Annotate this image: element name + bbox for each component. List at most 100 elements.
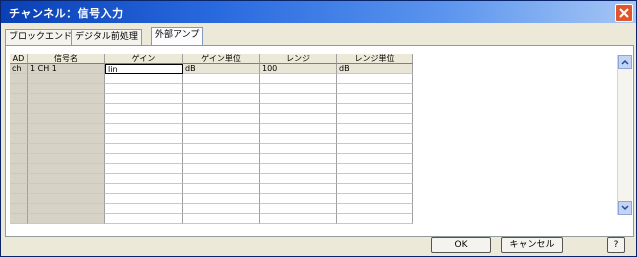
grid-cell[interactable] xyxy=(28,154,105,164)
grid-cell[interactable] xyxy=(28,194,105,204)
grid-cell[interactable] xyxy=(105,184,183,194)
grid-cell[interactable] xyxy=(260,184,337,194)
grid-cell[interactable] xyxy=(10,194,28,204)
grid-cell[interactable] xyxy=(10,204,28,214)
grid-cell[interactable] xyxy=(260,204,337,214)
grid-cell[interactable] xyxy=(183,204,260,214)
grid-cell[interactable] xyxy=(28,184,105,194)
grid-cell[interactable] xyxy=(260,84,337,94)
ok-button[interactable]: OK xyxy=(431,237,491,253)
grid-cell[interactable] xyxy=(183,94,260,104)
cancel-button[interactable]: キャンセル xyxy=(501,237,563,253)
grid-cell[interactable] xyxy=(183,164,260,174)
grid-cell[interactable] xyxy=(337,164,413,174)
signal-name-cell[interactable]: 1 CH 1 xyxy=(28,64,105,74)
grid-cell[interactable] xyxy=(28,84,105,94)
gain-cell[interactable]: lin xyxy=(105,64,183,74)
grid-cell[interactable] xyxy=(28,144,105,154)
grid-cell[interactable] xyxy=(28,94,105,104)
grid-cell[interactable] xyxy=(337,144,413,154)
grid-cell[interactable] xyxy=(28,114,105,124)
grid-cell[interactable] xyxy=(28,124,105,134)
grid-cell[interactable] xyxy=(260,194,337,204)
grid-cell[interactable] xyxy=(260,104,337,114)
grid-cell[interactable] xyxy=(183,104,260,114)
grid-cell[interactable] xyxy=(10,184,28,194)
grid-cell[interactable] xyxy=(105,94,183,104)
grid-cell[interactable] xyxy=(28,214,105,224)
grid-cell[interactable] xyxy=(260,74,337,84)
column-header-gain[interactable]: ゲイン xyxy=(105,54,183,64)
tab-digital-preprocessing[interactable]: デジタル前処理 xyxy=(71,29,142,45)
grid-cell[interactable] xyxy=(260,134,337,144)
grid-cell[interactable] xyxy=(105,164,183,174)
column-header-range[interactable]: レンジ xyxy=(260,54,337,64)
grid-cell[interactable] xyxy=(10,154,28,164)
grid-cell[interactable] xyxy=(105,104,183,114)
column-header-gain-unit[interactable]: ゲイン単位 xyxy=(183,54,260,64)
grid-cell[interactable] xyxy=(10,114,28,124)
row-ad-cell[interactable]: ch xyxy=(10,64,28,74)
grid-cell[interactable] xyxy=(183,114,260,124)
vertical-scrollbar[interactable] xyxy=(617,55,632,215)
grid-cell[interactable] xyxy=(105,194,183,204)
grid-cell[interactable] xyxy=(183,214,260,224)
grid-cell[interactable] xyxy=(260,164,337,174)
tab-external-amp[interactable]: 外部アンプ xyxy=(151,27,204,45)
grid-cell[interactable] xyxy=(337,134,413,144)
close-button[interactable] xyxy=(615,4,633,22)
grid-cell[interactable] xyxy=(105,204,183,214)
grid-cell[interactable] xyxy=(10,174,28,184)
grid-cell[interactable] xyxy=(260,144,337,154)
grid-cell[interactable] xyxy=(10,74,28,84)
grid-cell[interactable] xyxy=(337,174,413,184)
grid-cell[interactable] xyxy=(10,124,28,134)
grid-cell[interactable] xyxy=(183,174,260,184)
grid-cell[interactable] xyxy=(105,174,183,184)
range-unit-cell[interactable]: dB xyxy=(337,64,413,74)
grid-cell[interactable] xyxy=(28,134,105,144)
grid-cell[interactable] xyxy=(28,74,105,84)
grid-cell[interactable] xyxy=(260,174,337,184)
grid-cell[interactable] xyxy=(105,144,183,154)
grid-cell[interactable] xyxy=(105,134,183,144)
grid-cell[interactable] xyxy=(10,164,28,174)
grid-cell[interactable] xyxy=(183,154,260,164)
grid-cell[interactable] xyxy=(183,84,260,94)
grid-cell[interactable] xyxy=(10,214,28,224)
grid-cell[interactable] xyxy=(337,184,413,194)
grid-cell[interactable] xyxy=(337,194,413,204)
grid-cell[interactable] xyxy=(10,134,28,144)
grid-cell[interactable] xyxy=(183,144,260,154)
grid-cell[interactable] xyxy=(183,134,260,144)
grid-cell[interactable] xyxy=(337,154,413,164)
scroll-up-button[interactable] xyxy=(618,55,632,69)
grid-cell[interactable] xyxy=(10,144,28,154)
column-header-ad[interactable]: AD xyxy=(10,54,28,64)
grid-cell[interactable] xyxy=(105,214,183,224)
grid-cell[interactable] xyxy=(337,74,413,84)
grid-cell[interactable] xyxy=(183,184,260,194)
grid-cell[interactable] xyxy=(105,74,183,84)
grid-cell[interactable] xyxy=(260,114,337,124)
grid-cell[interactable] xyxy=(28,104,105,114)
grid-cell[interactable] xyxy=(337,214,413,224)
tab-block-end[interactable]: ブロックエンド xyxy=(5,29,77,45)
grid-cell[interactable] xyxy=(183,194,260,204)
help-button[interactable]: ? xyxy=(607,237,625,253)
grid-cell[interactable] xyxy=(183,124,260,134)
grid-cell[interactable] xyxy=(105,154,183,164)
grid-cell[interactable] xyxy=(337,124,413,134)
grid-cell[interactable] xyxy=(105,124,183,134)
scroll-down-button[interactable] xyxy=(618,201,632,215)
grid-cell[interactable] xyxy=(337,114,413,124)
grid-cell[interactable] xyxy=(337,84,413,94)
gain-unit-cell[interactable]: dB xyxy=(183,64,260,74)
grid-cell[interactable] xyxy=(105,84,183,94)
grid-cell[interactable] xyxy=(105,114,183,124)
grid-cell[interactable] xyxy=(337,204,413,214)
range-cell[interactable]: 100 xyxy=(260,64,337,74)
grid-cell[interactable] xyxy=(337,94,413,104)
column-header-range-unit[interactable]: レンジ単位 xyxy=(337,54,413,64)
grid-cell[interactable] xyxy=(10,84,28,94)
